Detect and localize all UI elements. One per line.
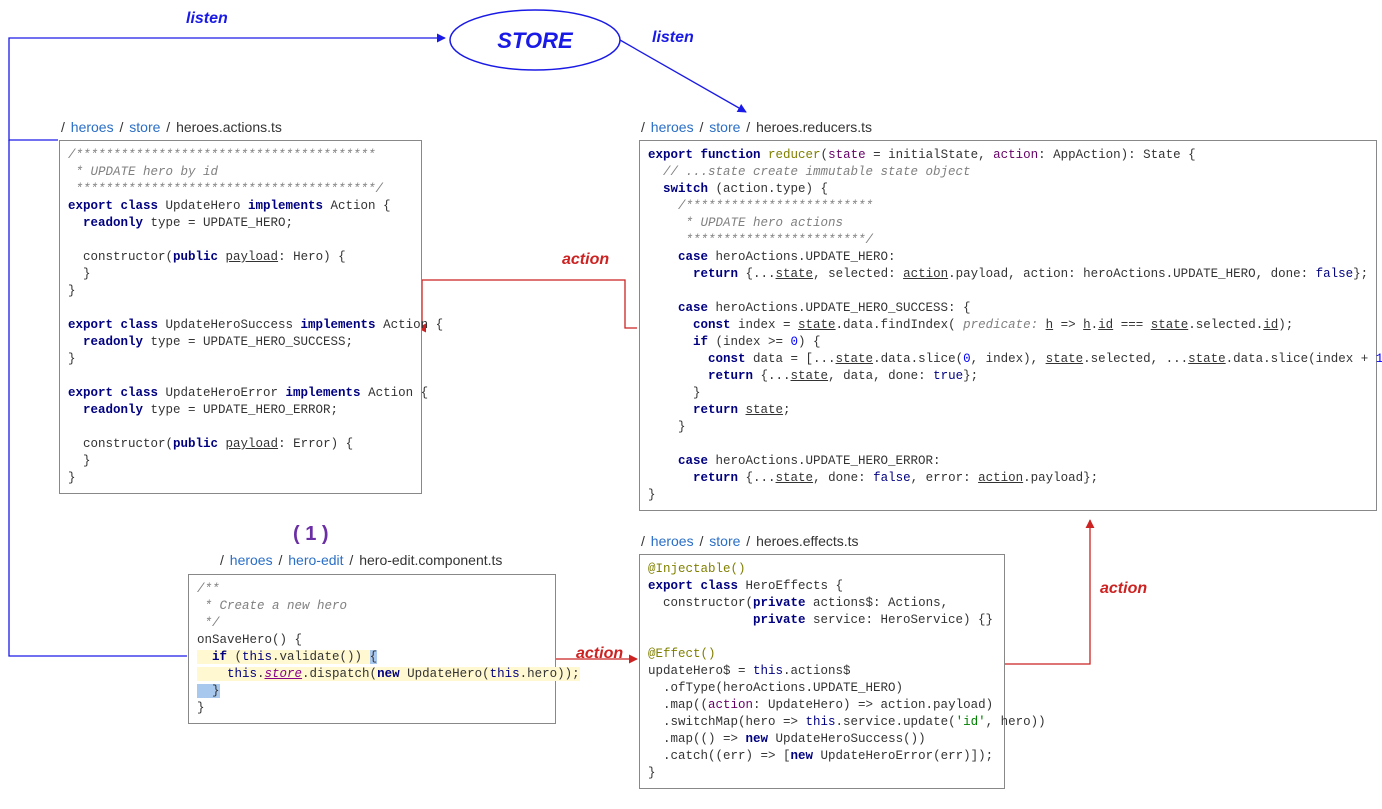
- code-reducers: export function reducer(state = initialS…: [639, 140, 1377, 511]
- arrow-listen-right: [620, 40, 746, 112]
- label-action-comp: action: [576, 645, 623, 663]
- breadcrumb-effects: / heroes / store / heroes.effects.ts: [639, 533, 859, 549]
- label-action-eff: action: [1100, 580, 1147, 598]
- store-ellipse: [450, 10, 620, 70]
- breadcrumb-actions: / heroes / store / heroes.actions.ts: [59, 119, 282, 135]
- step-one: ( 1 ): [293, 523, 329, 546]
- breadcrumb-reducers: / heroes / store / heroes.reducers.ts: [639, 119, 872, 135]
- label-listen-left: listen: [186, 10, 228, 28]
- code-actions: /***************************************…: [59, 140, 422, 494]
- store-title: STORE: [497, 28, 574, 53]
- breadcrumb-component: / heroes / hero-edit / hero-edit.compone…: [218, 552, 502, 568]
- diagram-canvas: STORE listen listen action action action…: [0, 0, 1382, 809]
- code-effects: @Injectable() export class HeroEffects {…: [639, 554, 1005, 789]
- label-action-top: action: [562, 251, 609, 269]
- label-listen-right: listen: [652, 29, 694, 47]
- arrow-action-reducer-to-actions: [418, 280, 637, 328]
- code-component: /** * Create a new hero */ onSaveHero() …: [188, 574, 556, 724]
- arrow-action-effects-to-reducers: [1003, 520, 1090, 664]
